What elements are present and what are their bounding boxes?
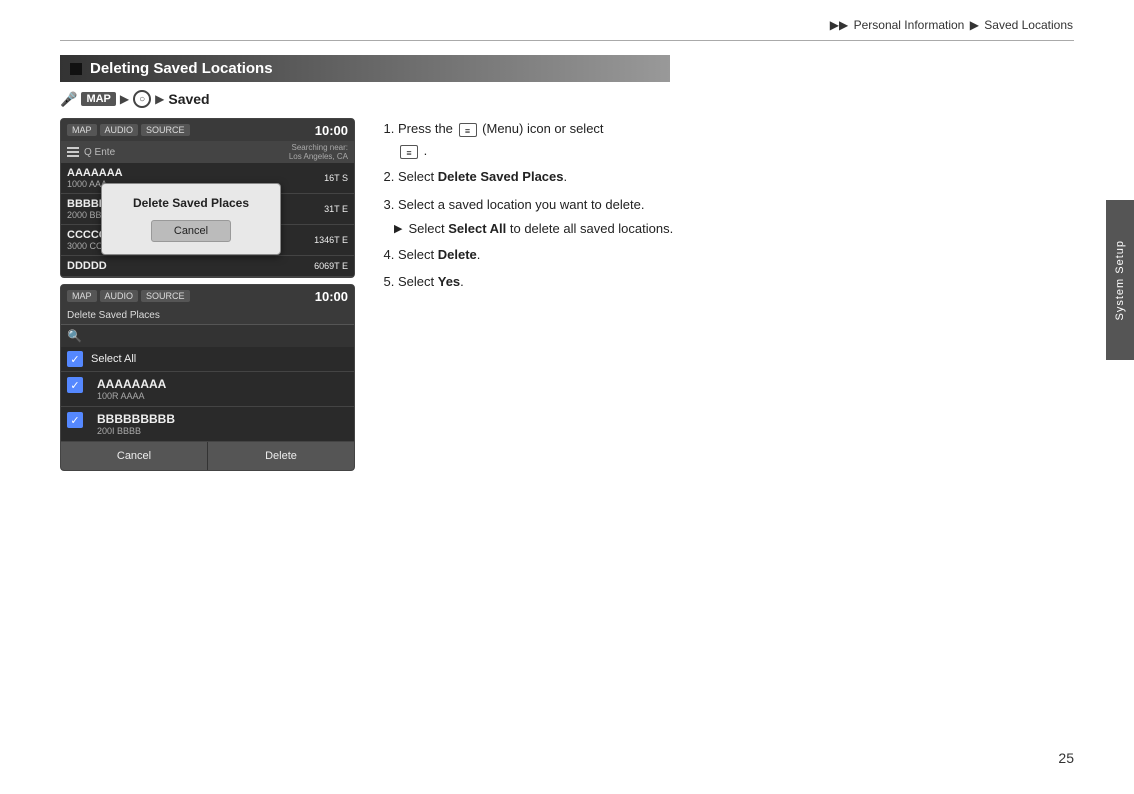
loc-info: AAAAAAAA 100R AAAA [97, 377, 166, 401]
sub-arrow-icon: ▶ [394, 220, 402, 239]
menu-icon-inline: ≡ [459, 123, 477, 137]
delete-button2[interactable]: Delete [208, 442, 354, 470]
screen2-tabs: MAP AUDIO SOURCE [67, 290, 190, 302]
screen1-topbar: MAP AUDIO SOURCE 10:00 [61, 119, 354, 141]
step2-text: Select [398, 169, 438, 184]
sidebar-text: System Setup [1114, 240, 1126, 320]
loc-dist: 1346T E [314, 235, 348, 245]
loc-dist: 6069T E [314, 261, 348, 271]
step3: Select a saved location you want to dele… [398, 194, 1094, 240]
nav-arrow2: ▶ [155, 92, 164, 106]
instructions-column: Press the ≡ (Menu) icon or select ≡ . Se… [380, 118, 1094, 297]
breadcrumb-prefix: ▶▶ [830, 18, 848, 32]
loc-name2: AAAAAAAA [97, 377, 166, 391]
tab-audio2: AUDIO [100, 290, 139, 302]
step3-select-all-bold: Select All [448, 221, 506, 236]
select-all-row[interactable]: ✓ Select All [61, 347, 354, 372]
step3-sub-text: Select Select All to delete all saved lo… [408, 218, 673, 240]
loc-name: AAAAAAA [67, 167, 123, 179]
list-item: DDDDD 6069T E [61, 256, 354, 277]
step4-end: . [477, 247, 481, 262]
loc-addr2: 200I BBBB [97, 426, 175, 436]
delete-dialog: Delete Saved Places Cancel [101, 183, 281, 255]
menu-icon [67, 147, 79, 157]
item-checkbox[interactable]: ✓ [67, 412, 83, 428]
breadcrumb-part2: Saved Locations [984, 18, 1073, 32]
select-all-checkbox[interactable]: ✓ [67, 351, 83, 367]
nav-path: 🎤 MAP ▶ ○ ▶ Saved [60, 90, 1094, 108]
screen1-search: Q Ente Searching near:Los Angeles, CA [61, 141, 354, 163]
section-header: Deleting Saved Locations [60, 55, 670, 82]
search-row2: 🔍 [61, 325, 354, 347]
main-content: Deleting Saved Locations 🎤 MAP ▶ ○ ▶ Sav… [60, 55, 1094, 471]
breadcrumb: ▶▶ Personal Information ▶ Saved Location… [829, 18, 1074, 32]
loc-name: DDDDD [67, 260, 107, 272]
item-checkbox[interactable]: ✓ [67, 377, 83, 393]
step3-sub: ▶ Select Select All to delete all saved … [394, 218, 1094, 240]
screen2-time: 10:00 [315, 289, 348, 304]
tab-map2: MAP [67, 290, 97, 302]
loc-name2: BBBBBBBBB [97, 412, 175, 426]
loc-addr2: 100R AAAA [97, 391, 166, 401]
nav-saved: Saved [168, 91, 209, 107]
screen2-topbar: MAP AUDIO SOURCE 10:00 [61, 285, 354, 307]
step4: Select Delete. [398, 244, 1094, 266]
two-col-layout: MAP AUDIO SOURCE 10:00 Q Ente Searching … [60, 118, 1094, 471]
step5-text: Select [398, 274, 438, 289]
breadcrumb-arrow1: ▶ [970, 18, 979, 32]
step1-text: Press the [398, 121, 457, 136]
step1-menu-text: (Menu) icon or select [482, 121, 603, 136]
circle-icon: ○ [133, 90, 151, 108]
search-icon: 🔍 [67, 329, 82, 343]
screen1-tabs: MAP AUDIO SOURCE [67, 124, 190, 136]
breadcrumb-part1: Personal Information [854, 18, 965, 32]
top-divider [60, 40, 1074, 41]
tab-source: SOURCE [141, 124, 190, 136]
step2: Select Delete Saved Places. [398, 166, 1094, 188]
tab-map: MAP [67, 124, 97, 136]
instructions-list: Press the ≡ (Menu) icon or select ≡ . Se… [380, 118, 1094, 293]
menu-icon-inline2: ≡ [400, 145, 418, 159]
loc-info: BBBBBBBBB 200I BBBB [97, 412, 175, 436]
dialog-overlay: AAAAAAA1000 AAA 16T S BBBBBBB2000 BBB 31… [61, 163, 354, 277]
step3-intro: Select a saved location you want to dele… [398, 197, 644, 212]
step4-text: Select [398, 247, 438, 262]
step5-bold: Yes [438, 274, 460, 289]
tab-source2: SOURCE [141, 290, 190, 302]
cancel-button2[interactable]: Cancel [61, 442, 208, 470]
list-item[interactable]: ✓ BBBBBBBBB 200I BBBB [61, 407, 354, 442]
nearby-text: Searching near:Los Angeles, CA [289, 143, 348, 161]
map-badge: MAP [81, 92, 115, 106]
screen2-buttons: Cancel Delete [61, 442, 354, 470]
delete-header: Delete Saved Places [61, 307, 354, 325]
step2-bold: Delete Saved Places [438, 169, 564, 184]
section-icon [70, 63, 82, 75]
step1: Press the ≡ (Menu) icon or select ≡ . [398, 118, 1094, 162]
screen1: MAP AUDIO SOURCE 10:00 Q Ente Searching … [60, 118, 355, 278]
nav-arrow1: ▶ [120, 92, 129, 106]
loc-dist: 31T E [324, 204, 348, 214]
cancel-button[interactable]: Cancel [151, 220, 231, 242]
tab-audio: AUDIO [100, 124, 139, 136]
screen2: MAP AUDIO SOURCE 10:00 Delete Saved Plac… [60, 284, 355, 471]
step1-end: . [424, 143, 428, 158]
screenshots-column: MAP AUDIO SOURCE 10:00 Q Ente Searching … [60, 118, 360, 471]
section-title: Deleting Saved Locations [90, 60, 273, 77]
mic-icon: 🎤 [60, 91, 77, 108]
search-text: Q Ente [84, 147, 284, 158]
list-item[interactable]: ✓ AAAAAAAA 100R AAAA [61, 372, 354, 407]
loc-dist: 16T S [324, 173, 348, 183]
step5-end: . [460, 274, 464, 289]
dialog-title: Delete Saved Places [114, 196, 268, 210]
step4-bold: Delete [438, 247, 477, 262]
page-number: 25 [1058, 750, 1074, 766]
select-all-label: Select All [91, 353, 136, 365]
screen1-time: 10:00 [315, 123, 348, 138]
step5: Select Yes. [398, 271, 1094, 293]
sidebar-label: System Setup [1106, 200, 1134, 360]
step2-end: . [564, 169, 568, 184]
